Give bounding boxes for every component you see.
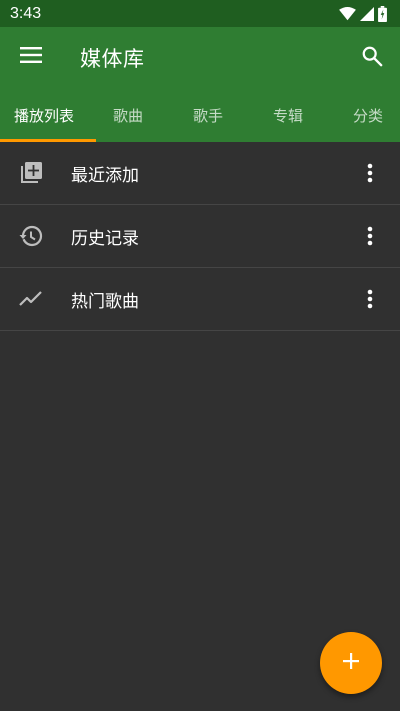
menu-icon [20, 47, 42, 67]
add-playlist-button[interactable] [320, 632, 382, 694]
tab-label: 分类 [352, 106, 383, 125]
tab-label: 歌曲 [112, 106, 143, 125]
page-title: 媒体库 [80, 47, 145, 71]
app-bar: 媒体库 [0, 27, 400, 88]
list-item-label: 热门歌曲 [71, 291, 139, 312]
tab-categories[interactable]: 分类 [328, 88, 400, 142]
tab-albums[interactable]: 专辑 [248, 88, 328, 142]
list-item-label: 最近添加 [71, 165, 139, 186]
battery-icon [378, 5, 387, 22]
tab-bar: 播放列表 歌曲 歌手 专辑 分类 [0, 88, 400, 142]
tab-songs[interactable]: 歌曲 [88, 88, 168, 142]
playlist-list: 最近添加 历史记录 热门歌曲 [0, 142, 400, 331]
history-icon [18, 223, 44, 249]
list-item-top-tracks[interactable]: 热门歌曲 [0, 268, 400, 331]
status-bar: 3:43 [0, 0, 400, 27]
list-item-label: 历史记录 [71, 228, 139, 249]
tab-artists[interactable]: 歌手 [168, 88, 248, 142]
list-item-history[interactable]: 历史记录 [0, 205, 400, 268]
add-icon [341, 651, 361, 675]
more-vert-icon[interactable] [360, 221, 380, 251]
status-time: 3:43 [10, 4, 42, 22]
search-button[interactable] [359, 45, 385, 71]
tab-label: 专辑 [272, 106, 303, 125]
tab-label: 播放列表 [13, 106, 74, 125]
search-icon [361, 45, 383, 71]
status-icons [339, 5, 387, 22]
signal-icon [360, 6, 374, 21]
wifi-icon [339, 6, 356, 21]
playlist-add-icon [18, 160, 44, 186]
more-vert-icon[interactable] [360, 158, 380, 188]
tab-playlists[interactable]: 播放列表 [0, 88, 96, 142]
tab-label: 歌手 [192, 106, 223, 125]
menu-button[interactable] [18, 46, 44, 68]
more-vert-icon[interactable] [360, 284, 380, 314]
list-item-recently-added[interactable]: 最近添加 [0, 142, 400, 205]
trending-icon [18, 286, 44, 312]
